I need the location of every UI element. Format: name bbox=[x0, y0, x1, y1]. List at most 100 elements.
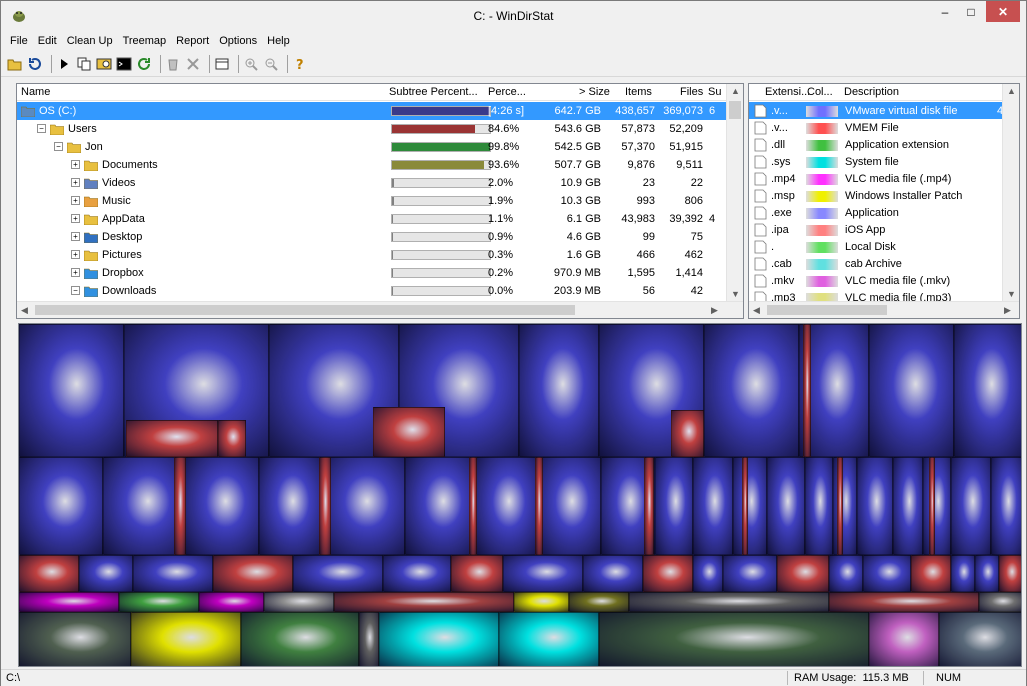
scroll-right-icon[interactable]: ▶ bbox=[1004, 305, 1011, 316]
treemap-block[interactable] bbox=[264, 592, 334, 612]
treemap-block[interactable] bbox=[373, 407, 445, 457]
treemap-block[interactable] bbox=[131, 612, 241, 666]
recycle-icon[interactable] bbox=[165, 56, 181, 72]
tree-row[interactable]: + Dropbox 0.2% 970.9 MB 1,595 1,414 bbox=[17, 264, 743, 282]
treemap-block[interactable] bbox=[259, 457, 321, 555]
treemap-block[interactable] bbox=[829, 592, 979, 612]
menu-edit[interactable]: Edit bbox=[33, 35, 62, 47]
treemap-block[interactable] bbox=[911, 555, 951, 592]
treemap-block[interactable] bbox=[693, 555, 723, 592]
extension-row[interactable]: .msp Windows Installer Patch bbox=[749, 187, 1019, 204]
tree-row[interactable]: + Videos 2.0% 10.9 GB 23 22 bbox=[17, 174, 743, 192]
tree-row[interactable]: + Desktop 0.9% 4.6 GB 99 75 bbox=[17, 228, 743, 246]
menu-help[interactable]: Help bbox=[262, 35, 295, 47]
column-items[interactable]: Items bbox=[625, 86, 652, 98]
expand-toggle-icon[interactable]: + bbox=[71, 250, 80, 259]
treemap-block[interactable] bbox=[893, 457, 923, 555]
menu-report[interactable]: Report bbox=[171, 35, 214, 47]
treemap-block[interactable] bbox=[185, 457, 259, 555]
menu-treemap[interactable]: Treemap bbox=[118, 35, 172, 47]
treemap-block[interactable] bbox=[979, 592, 1021, 612]
treemap-block[interactable] bbox=[951, 555, 975, 592]
expand-toggle-icon[interactable]: − bbox=[71, 286, 80, 295]
extension-row[interactable]: .mkv VLC media file (.mkv) bbox=[749, 272, 1019, 289]
column-size[interactable]: > Size bbox=[579, 86, 610, 98]
extension-row[interactable]: .cab cab Archive bbox=[749, 255, 1019, 272]
scroll-down-icon[interactable]: ▼ bbox=[731, 289, 740, 299]
expand-toggle-icon[interactable]: + bbox=[71, 268, 80, 277]
open-icon[interactable] bbox=[7, 56, 23, 72]
scroll-down-icon[interactable]: ▼ bbox=[1007, 289, 1016, 299]
treemap-block[interactable] bbox=[599, 612, 869, 666]
column-description[interactable]: Description bbox=[844, 86, 899, 98]
column-name[interactable]: Name bbox=[21, 86, 50, 98]
treemap-block[interactable] bbox=[671, 410, 704, 457]
help-icon[interactable]: ? bbox=[292, 56, 308, 72]
column-subdirs[interactable]: Su bbox=[708, 86, 721, 98]
treemap-block[interactable] bbox=[405, 457, 475, 555]
treemap-block[interactable] bbox=[777, 555, 829, 592]
treemap-block[interactable] bbox=[451, 555, 503, 592]
treemap-block[interactable] bbox=[999, 555, 1021, 592]
minimize-button[interactable]: – bbox=[932, 1, 958, 22]
treemap-block[interactable] bbox=[514, 592, 569, 612]
treemap-block[interactable] bbox=[723, 555, 777, 592]
treemap-block[interactable] bbox=[803, 324, 811, 457]
refresh-icon[interactable] bbox=[27, 56, 43, 72]
expand-toggle-icon[interactable]: + bbox=[71, 160, 80, 169]
treemap-block[interactable] bbox=[583, 555, 643, 592]
tree-horizontal-scrollbar[interactable]: ◀ ▶ bbox=[17, 301, 743, 318]
treemap-block[interactable] bbox=[218, 420, 246, 457]
treemap-block[interactable] bbox=[379, 612, 499, 666]
tree-row[interactable]: OS (C:) [4:26 s] 642.7 GB 438,657 369,073 6 bbox=[17, 102, 743, 120]
treemap-block[interactable] bbox=[19, 457, 103, 555]
scroll-left-icon[interactable]: ◀ bbox=[753, 305, 760, 316]
treemap-block[interactable] bbox=[19, 555, 79, 592]
ext-hscroll-thumb[interactable] bbox=[767, 305, 887, 315]
column-percent[interactable]: Perce... bbox=[488, 86, 526, 98]
treemap-block[interactable] bbox=[991, 457, 1021, 555]
treemap-block[interactable] bbox=[535, 457, 543, 555]
extension-row[interactable]: .exe Application bbox=[749, 204, 1019, 221]
ext-horizontal-scrollbar[interactable]: ◀ ▶ bbox=[749, 301, 1019, 318]
extension-row[interactable]: .ipa iOS App bbox=[749, 221, 1019, 238]
treemap-block[interactable] bbox=[199, 592, 264, 612]
zoom-out-icon[interactable] bbox=[263, 56, 279, 72]
treemap-block[interactable] bbox=[643, 555, 693, 592]
treemap-view[interactable] bbox=[18, 323, 1022, 667]
scroll-right-icon[interactable]: ▶ bbox=[711, 305, 718, 316]
tree-row[interactable]: − Downloads 0.0% 203.9 MB 56 42 bbox=[17, 282, 743, 300]
tree-vscroll-thumb[interactable] bbox=[729, 101, 741, 119]
column-extension[interactable]: Extensi... bbox=[765, 86, 810, 98]
expand-toggle-icon[interactable]: + bbox=[71, 196, 80, 205]
extension-row[interactable]: . Local Disk bbox=[749, 238, 1019, 255]
column-color[interactable]: Col... bbox=[807, 86, 833, 98]
treemap-block[interactable] bbox=[951, 457, 991, 555]
tree-hscroll-thumb[interactable] bbox=[35, 305, 575, 315]
treemap-block[interactable] bbox=[644, 457, 654, 555]
treemap-block[interactable] bbox=[293, 555, 383, 592]
tree-row[interactable]: + Music 1.9% 10.3 GB 993 806 bbox=[17, 192, 743, 210]
treemap-block[interactable] bbox=[655, 457, 693, 555]
treemap-block[interactable] bbox=[519, 324, 599, 457]
tree-row[interactable]: − Users 84.6% 543.6 GB 57,873 52,209 bbox=[17, 120, 743, 138]
extension-row[interactable]: .v... VMware virtual disk file 4 bbox=[749, 102, 1019, 119]
treemap-block[interactable] bbox=[213, 555, 293, 592]
treemap-block[interactable] bbox=[334, 592, 514, 612]
menu-clean-up[interactable]: Clean Up bbox=[62, 35, 118, 47]
treemap-block[interactable] bbox=[805, 457, 833, 555]
treemap-block[interactable] bbox=[19, 612, 131, 666]
extension-list[interactable]: Extensi... Col... Description .v... VMwar… bbox=[748, 83, 1020, 319]
treemap-block[interactable] bbox=[319, 457, 331, 555]
treemap-block[interactable] bbox=[321, 457, 405, 555]
directory-tree[interactable]: Name Subtree Percent... Perce... > Size … bbox=[16, 83, 744, 319]
play-icon[interactable] bbox=[56, 56, 72, 72]
treemap-block[interactable] bbox=[693, 457, 733, 555]
treemap-block[interactable] bbox=[126, 420, 218, 457]
treemap-block[interactable] bbox=[469, 457, 477, 555]
zoom-in-icon[interactable] bbox=[243, 56, 259, 72]
tree-row[interactable]: + AppData 1.1% 6.1 GB 43,983 39,392 4 bbox=[17, 210, 743, 228]
treemap-block[interactable] bbox=[869, 324, 954, 457]
expand-toggle-icon[interactable]: + bbox=[71, 214, 80, 223]
treemap-block[interactable] bbox=[569, 592, 629, 612]
